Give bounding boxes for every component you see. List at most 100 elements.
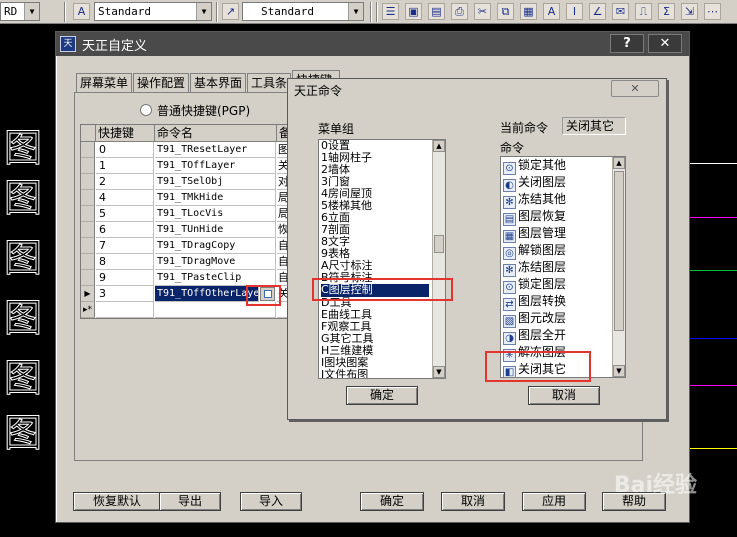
dialog-cancel-button[interactable]: 取消 xyxy=(528,386,600,405)
properties-icon[interactable]: ☰ xyxy=(382,3,399,20)
row-selector[interactable] xyxy=(81,158,95,174)
dimension-icon[interactable]: Ⅰ xyxy=(566,3,583,20)
list-item[interactable]: ⇄ 图层转换 xyxy=(503,293,566,311)
row-selector[interactable] xyxy=(81,254,95,270)
export-button[interactable]: 导出 xyxy=(159,492,221,511)
table-row[interactable]: 5 T91_TLocVis 局 xyxy=(81,206,289,222)
row-key[interactable]: 2 xyxy=(96,174,154,190)
current-row-arrow-icon[interactable]: ▶ xyxy=(81,286,95,302)
dim-style-icon[interactable]: ↗ xyxy=(222,3,239,20)
command-scrollbar[interactable]: ▲ ▼ xyxy=(612,157,625,377)
print-icon[interactable]: ⎙ xyxy=(451,3,468,20)
list-item[interactable]: ⊙ 锁定图层 xyxy=(503,276,566,294)
help-button[interactable]: ? xyxy=(610,34,644,53)
row-key[interactable]: 7 xyxy=(96,238,154,254)
paste-icon[interactable]: ▦ xyxy=(520,3,537,20)
table-row-selected[interactable]: ▶ 3 T91_TOffOtherLaye 关 xyxy=(81,286,289,302)
scroll-thumb[interactable] xyxy=(614,171,624,331)
row-command[interactable]: T91_TPasteClip xyxy=(155,270,276,286)
row-key[interactable]: 9 xyxy=(96,270,154,286)
row-selector[interactable] xyxy=(81,238,95,254)
list-item[interactable]: J文件布图 xyxy=(321,369,368,379)
row-selector[interactable] xyxy=(81,142,95,158)
ruler-icon[interactable]: ⎍ xyxy=(635,3,652,20)
dialog-ok-button[interactable]: 确定 xyxy=(346,386,418,405)
row-selector[interactable] xyxy=(81,270,95,286)
window-titlebar[interactable]: 天 天正自定义 ? ✕ xyxy=(56,32,689,56)
close-button[interactable]: ✕ xyxy=(648,34,682,53)
pgp-radio[interactable] xyxy=(140,104,152,116)
row-selector[interactable] xyxy=(81,222,95,238)
row-command[interactable]: T91_TResetLayer xyxy=(155,142,276,158)
table-row[interactable]: 6 T91_TUnHide 恢 xyxy=(81,222,289,238)
table-row[interactable]: 1 T91_TOffLayer 关 xyxy=(81,158,289,174)
command-list[interactable]: ⊙ 锁定其他 ◐ 关闭图层 ✻ 冻结其他 ▤ 图层恢复 ▦ 图层管理 ◎ 解锁图层 ✻ 冻结图… xyxy=(500,156,626,378)
row-key[interactable]: 3 xyxy=(96,286,154,302)
list-item[interactable]: ◧ 关闭其它 xyxy=(503,361,566,377)
table-row[interactable]: 2 T91_TSelObj 对 xyxy=(81,174,289,190)
menu-group-list[interactable]: 0设置 1轴网柱子 2墙体 3门窗 4房间屋顶 5楼梯其他 6立面 7剖面 8文… xyxy=(318,139,446,379)
table-row[interactable]: 4 T91_TMkHide 局 xyxy=(81,190,289,206)
more-icon[interactable]: ⋯ xyxy=(704,3,721,20)
row-command[interactable]: T91_TMkHide xyxy=(155,190,276,206)
menu-group-scrollbar[interactable]: ▲ ▼ xyxy=(432,140,445,378)
text-style-combo[interactable]: Standard ▼ xyxy=(94,2,212,21)
list-item[interactable]: ◐ 关闭图层 xyxy=(503,174,566,192)
row-key[interactable]: 8 xyxy=(96,254,154,270)
grid-header-command[interactable]: 命令名 xyxy=(155,125,277,142)
table-row[interactable]: 9 T91_TPasteClip 自 xyxy=(81,270,289,286)
scroll-up-icon[interactable]: ▲ xyxy=(433,140,445,152)
row-command[interactable]: T91_TUnHide xyxy=(155,222,276,238)
tab-toolbar[interactable]: 工具条 xyxy=(247,73,291,93)
browse-command-button[interactable] xyxy=(260,287,275,301)
row-selector[interactable] xyxy=(81,174,95,190)
row-key[interactable]: 1 xyxy=(96,158,154,174)
copy-icon[interactable]: ⧉ xyxy=(497,3,514,20)
list-item[interactable]: ▦ 图层管理 xyxy=(503,225,566,243)
row-key[interactable]: 0 xyxy=(96,142,154,158)
list-item[interactable]: ◎ 解锁图层 xyxy=(503,242,566,260)
list-item[interactable]: ✳ 解冻图层 xyxy=(503,344,566,362)
list-item[interactable]: ◑ 图层全开 xyxy=(503,327,566,345)
list-item[interactable]: ⊙ 锁定其他 xyxy=(503,157,566,175)
mail-icon[interactable]: ✉ xyxy=(612,3,629,20)
table-row[interactable]: 8 T91_TDragMove 自 xyxy=(81,254,289,270)
pin-icon[interactable]: ⇲ xyxy=(681,3,698,20)
table-row[interactable]: 7 T91_TDragCopy 自 xyxy=(81,238,289,254)
table-row[interactable]: 0 T91_TResetLayer 图 xyxy=(81,142,289,158)
scroll-down-icon[interactable]: ▼ xyxy=(433,366,445,378)
tab-operation-config[interactable]: 操作配置 xyxy=(133,73,189,93)
cancel-button[interactable]: 取消 xyxy=(441,492,505,511)
formula-icon[interactable]: Σ xyxy=(658,3,675,20)
row-command-empty[interactable] xyxy=(155,302,276,318)
text-icon[interactable]: A xyxy=(543,3,560,20)
apply-button[interactable]: 应用 xyxy=(522,492,586,511)
row-command-editing[interactable]: T91_TOffOtherLaye xyxy=(155,286,259,302)
row-command[interactable]: T91_TOffLayer xyxy=(155,158,276,174)
row-key[interactable]: 5 xyxy=(96,206,154,222)
cut-icon[interactable]: ✂ xyxy=(474,3,491,20)
chevron-down-icon[interactable]: ▼ xyxy=(196,3,211,20)
list-item[interactable]: ✻ 冻结图层 xyxy=(503,259,566,277)
scroll-down-icon[interactable]: ▼ xyxy=(613,365,625,377)
list-item[interactable]: ✻ 冻结其他 xyxy=(503,191,566,209)
row-key-empty[interactable] xyxy=(96,302,154,318)
new-row-marker-icon[interactable]: ▸* xyxy=(81,302,95,318)
row-command[interactable]: T91_TDragCopy xyxy=(155,238,276,254)
layer-combo[interactable]: RD ▼ xyxy=(0,2,40,21)
save-icon[interactable]: ▤ xyxy=(428,3,445,20)
row-selector[interactable] xyxy=(81,190,95,206)
chevron-down-icon[interactable]: ▼ xyxy=(24,3,39,20)
angle-icon[interactable]: ∠ xyxy=(589,3,606,20)
row-key[interactable]: 4 xyxy=(96,190,154,206)
row-selector[interactable] xyxy=(81,206,95,222)
restore-default-button[interactable]: 恢复默认 xyxy=(73,492,161,511)
chevron-down-icon[interactable]: ▼ xyxy=(348,3,363,20)
scroll-thumb[interactable] xyxy=(434,235,444,253)
dim-style-combo[interactable]: Standard ▼ xyxy=(242,2,364,21)
dialog-close-button[interactable]: ✕ xyxy=(611,80,659,97)
list-item[interactable]: ▧ 图元改层 xyxy=(503,310,566,328)
row-key[interactable]: 6 xyxy=(96,222,154,238)
text-style-icon[interactable]: A xyxy=(73,3,90,20)
tab-screen-menu[interactable]: 屏幕菜单 xyxy=(76,73,132,93)
